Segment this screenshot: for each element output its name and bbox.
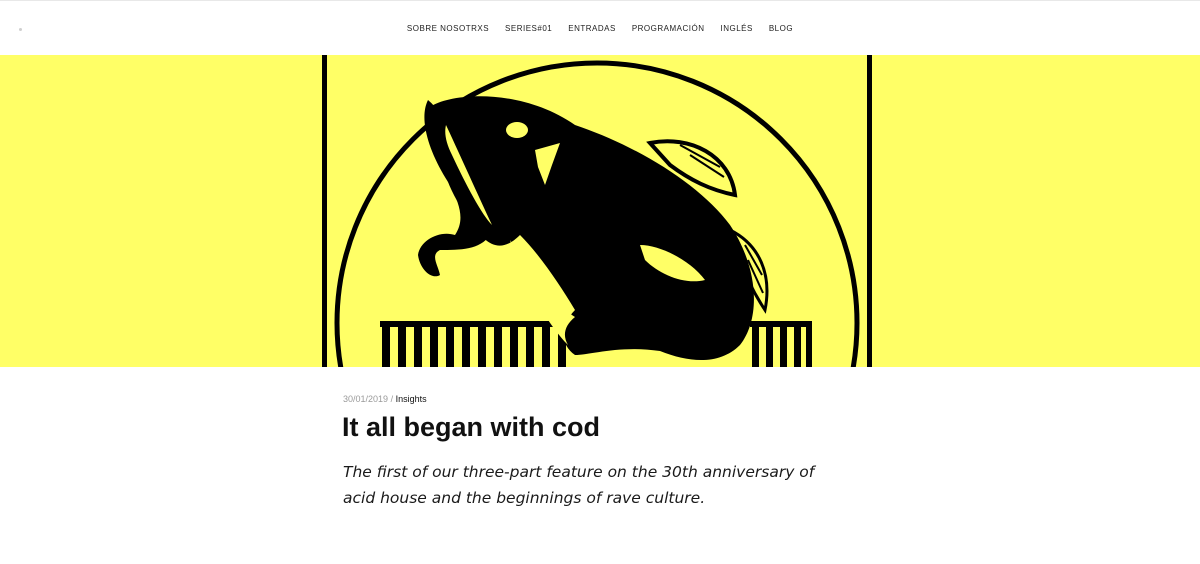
- post-date: 30/01/2019: [343, 394, 389, 404]
- page: SOBRE NOSOTRXS SERIES#01 ENTRADAS PROGRA…: [0, 0, 1200, 564]
- post-title[interactable]: It all began with cod: [342, 412, 600, 443]
- site-header: SOBRE NOSOTRXS SERIES#01 ENTRADAS PROGRA…: [0, 1, 1200, 55]
- hero-image: [0, 55, 1200, 367]
- nav-item-blog[interactable]: BLOG: [769, 24, 793, 33]
- post-excerpt: The first of our three-part feature on t…: [343, 463, 815, 507]
- nav-item-ingles[interactable]: INGLÉS: [720, 24, 752, 33]
- nav-item-series[interactable]: SERIES#01: [505, 24, 552, 33]
- fish-logo-icon: [322, 55, 872, 367]
- nav-item-entradas[interactable]: ENTRADAS: [568, 24, 616, 33]
- post-category-link[interactable]: Insights: [396, 394, 427, 404]
- nav-item-sobre-nosotrxs[interactable]: SOBRE NOSOTRXS: [407, 24, 489, 33]
- meta-separator: /: [390, 394, 394, 404]
- main-nav: SOBRE NOSOTRXS SERIES#01 ENTRADAS PROGRA…: [0, 1, 1200, 55]
- post-meta: 30/01/2019 / Insights: [343, 394, 427, 404]
- nav-item-programacion[interactable]: PROGRAMACIÓN: [632, 24, 705, 33]
